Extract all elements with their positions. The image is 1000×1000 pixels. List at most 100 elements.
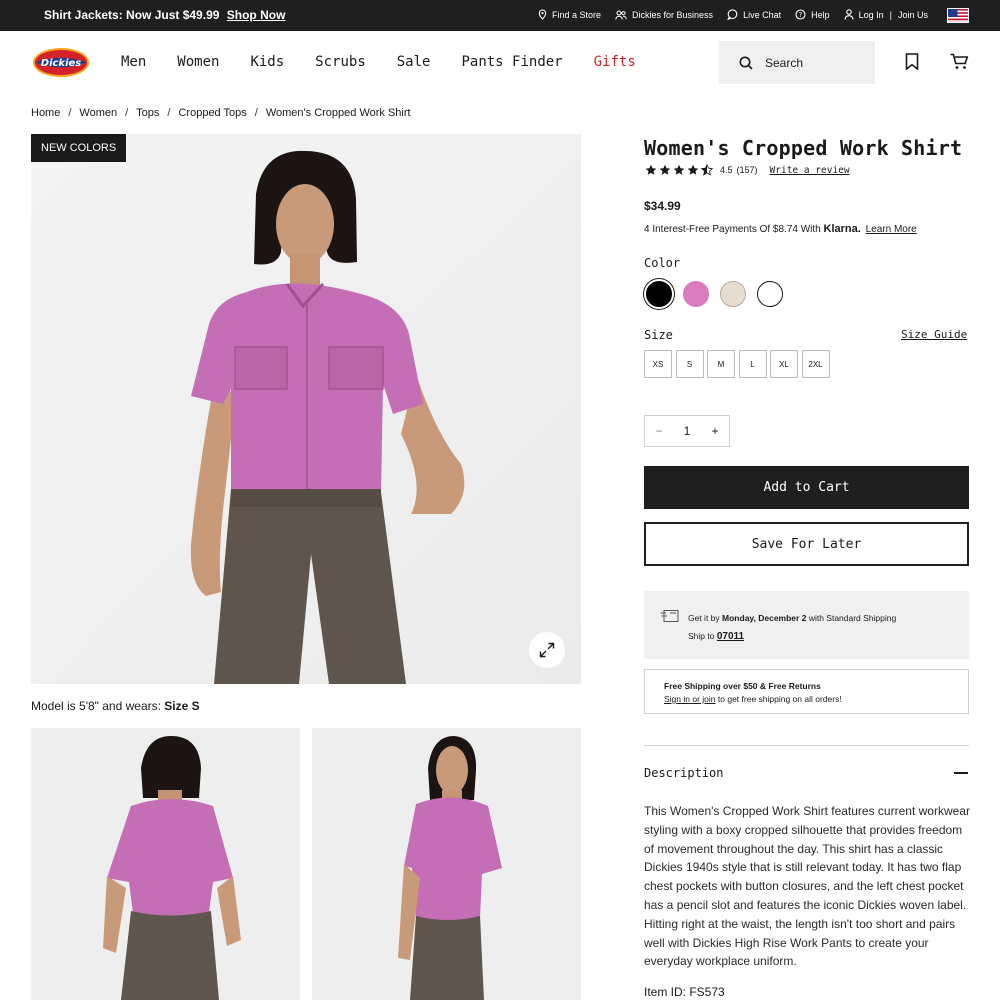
description-text: This Women's Cropped Work Shirt features… <box>644 804 970 969</box>
color-swatch-black[interactable] <box>646 281 672 307</box>
expand-image-button[interactable] <box>529 632 565 668</box>
model-info: Model is 5'8" and wears: Size S <box>31 699 200 713</box>
account-links: Log In | Join Us <box>844 9 928 20</box>
increase-quantity-button[interactable]: + <box>711 424 718 438</box>
help-circle-icon: ? <box>795 9 806 20</box>
help-label: Help <box>811 9 830 20</box>
promo-message: Shirt Jackets: Now Just $49.99 Shop Now <box>44 8 285 22</box>
nav-scrubs[interactable]: Scrubs <box>315 54 366 70</box>
nav-men[interactable]: Men <box>121 54 146 70</box>
get-it-by-label: Get it by <box>688 613 720 623</box>
delivery-truck-icon <box>660 610 679 622</box>
shop-now-link[interactable]: Shop Now <box>227 8 286 22</box>
product-image-back[interactable] <box>31 728 300 1000</box>
shipping-method: with Standard Shipping <box>808 613 897 623</box>
model-side-illustration <box>398 736 502 1000</box>
cart-icon[interactable] <box>950 53 969 70</box>
user-icon <box>844 9 854 20</box>
svg-text:?: ? <box>799 11 803 19</box>
find-store-link[interactable]: Find a Store <box>538 9 601 20</box>
main-nav: Men Women Kids Scrubs Sale Pants Finder … <box>121 54 667 70</box>
decrease-quantity-button[interactable]: − <box>656 424 663 438</box>
model-back-illustration <box>103 736 241 1000</box>
nav-pants-finder[interactable]: Pants Finder <box>461 54 562 70</box>
breadcrumb-women[interactable]: Women <box>79 107 117 119</box>
model-size: Size S <box>164 699 200 713</box>
live-chat-link[interactable]: Live Chat <box>727 9 781 20</box>
find-store-label: Find a Store <box>552 9 602 20</box>
add-to-cart-button[interactable]: Add to Cart <box>644 466 969 509</box>
zip-code-link[interactable]: 07011 <box>717 631 744 642</box>
main-product-image[interactable]: NEW COLORS <box>31 134 581 684</box>
size-option-xl[interactable]: XL <box>770 350 798 378</box>
utility-nav: Find a Store Dickies for Business Live C… <box>524 9 928 20</box>
log-in-link[interactable]: Log In <box>859 10 884 20</box>
breadcrumb-separator: / <box>125 107 129 119</box>
free-shipping-banner: Free Shipping over $50 & Free Returns Si… <box>644 669 969 714</box>
top-promo-bar: Shirt Jackets: Now Just $49.99 Shop Now … <box>0 0 1000 31</box>
sign-in-join-link[interactable]: Sign in or join <box>664 694 716 704</box>
half-star-icon <box>700 164 714 176</box>
star-icon <box>645 164 657 175</box>
size-guide-link[interactable]: Size Guide <box>901 328 967 341</box>
size-option-l[interactable]: L <box>738 350 767 378</box>
model-front-illustration <box>190 150 465 684</box>
product-image-side[interactable] <box>312 728 581 1000</box>
star-rating <box>644 164 714 176</box>
business-label: Dickies for Business <box>632 9 714 20</box>
star-icon <box>659 164 671 175</box>
product-price: $34.99 <box>644 199 681 213</box>
color-swatch-pink[interactable] <box>683 281 709 307</box>
new-colors-badge: NEW COLORS <box>31 134 127 162</box>
svg-text:Dickies: Dickies <box>41 58 82 69</box>
breadcrumb-tops[interactable]: Tops <box>136 107 159 119</box>
save-for-later-button[interactable]: Save For Later <box>644 522 969 566</box>
delivery-date: Monday, December 2 <box>722 613 807 623</box>
delivery-text: Get it by Monday, December 2 with Standa… <box>688 609 896 646</box>
help-link[interactable]: ? Help <box>795 9 830 20</box>
search-box[interactable]: Search <box>719 41 875 84</box>
business-link[interactable]: Dickies for Business <box>615 10 713 20</box>
site-header: Dickies Men Women Kids Scrubs Sale Pants… <box>0 31 1000 94</box>
nav-gifts[interactable]: Gifts <box>594 54 636 70</box>
expand-icon <box>539 642 555 658</box>
nav-kids[interactable]: Kids <box>250 54 284 70</box>
rating-value: 4.5 <box>720 165 733 175</box>
dickies-logo[interactable]: Dickies <box>32 47 90 78</box>
size-options: XS S M L XL 2XL <box>644 350 833 378</box>
color-label: Color <box>644 256 681 270</box>
join-us-link[interactable]: Join Us <box>898 10 928 20</box>
search-icon <box>739 56 753 70</box>
collapse-description-icon[interactable] <box>954 772 968 774</box>
item-id: Item ID: FS573 <box>644 985 725 999</box>
delivery-estimate: Get it by Monday, December 2 with Standa… <box>644 591 969 659</box>
klarna-text: 4 Interest-Free Payments Of $8.74 With <box>644 224 821 235</box>
color-swatch-beige[interactable] <box>720 281 746 307</box>
klarna-logo: Klarna. <box>823 223 861 235</box>
bookmark-icon[interactable] <box>905 53 919 70</box>
size-option-2xl[interactable]: 2XL <box>801 350 830 378</box>
star-icon <box>673 164 685 175</box>
write-review-link[interactable]: Write a review <box>770 165 850 176</box>
breadcrumb-separator: / <box>68 107 72 119</box>
size-option-xs[interactable]: XS <box>644 350 672 378</box>
nav-sale[interactable]: Sale <box>397 54 431 70</box>
us-flag-icon[interactable] <box>947 8 969 23</box>
breadcrumb-separator: / <box>254 107 258 119</box>
klarna-learn-more-link[interactable]: Learn More <box>866 224 917 235</box>
size-option-m[interactable]: M <box>707 350 735 378</box>
description-heading[interactable]: Description <box>644 766 723 780</box>
breadcrumb-separator: / <box>167 107 171 119</box>
search-input[interactable]: Search <box>765 56 803 70</box>
promo-text: Shirt Jackets: Now Just $49.99 <box>44 8 220 22</box>
size-option-s[interactable]: S <box>675 350 704 378</box>
quantity-value[interactable]: 1 <box>684 424 691 438</box>
breadcrumb-home[interactable]: Home <box>31 107 60 119</box>
free-shipping-title: Free Shipping over $50 & Free Returns <box>664 681 821 691</box>
ship-to-label: Ship to <box>688 631 715 641</box>
rating-summary[interactable]: 4.5 (157) Write a review <box>644 164 850 176</box>
color-swatch-white[interactable] <box>757 281 783 307</box>
breadcrumb-cropped-tops[interactable]: Cropped Tops <box>178 107 246 119</box>
nav-women[interactable]: Women <box>177 54 219 70</box>
breadcrumb: Home / Women / Tops / Cropped Tops / Wom… <box>31 107 411 119</box>
